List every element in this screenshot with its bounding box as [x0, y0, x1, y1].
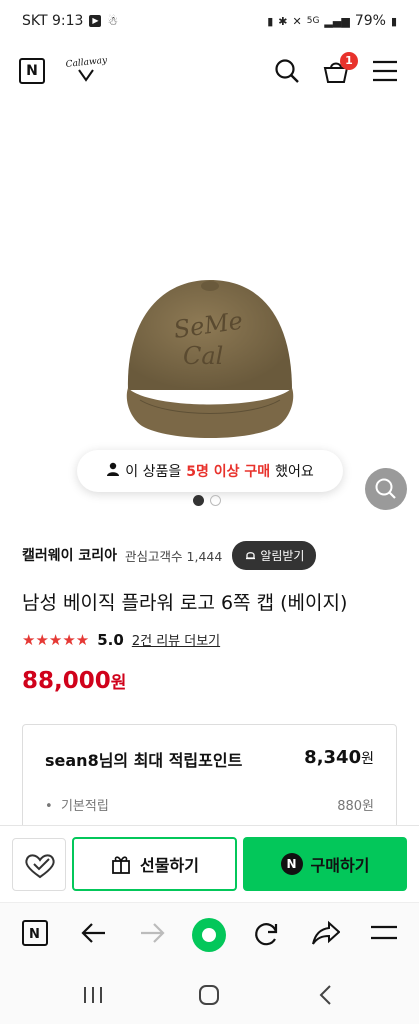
- alarm-button-label: 알림받기: [260, 548, 305, 563]
- app-notification-icon: ☃: [107, 14, 119, 28]
- status-bar: SKT 9:13 ▶ ☃ ▮ ✱ ✕ 5G ▂▄▆ 79% ▮: [0, 0, 419, 44]
- product-title: 남성 베이직 플라워 로고 6쪽 캡 (베이지): [22, 592, 348, 614]
- signal-icon: ▂▄▆: [324, 14, 350, 28]
- svg-text:Callaway: Callaway: [65, 56, 108, 70]
- recent-apps-icon[interactable]: [82, 984, 104, 1010]
- price-unit: 원: [110, 673, 127, 693]
- green-dot-icon: [192, 918, 226, 952]
- gift-icon: [112, 856, 130, 874]
- search-icon[interactable]: [274, 58, 300, 88]
- price-value: 88,000: [22, 668, 111, 694]
- star-rating-icon: ★★★★★: [22, 630, 90, 649]
- zoom-button[interactable]: [365, 468, 407, 510]
- points-sub-label: • 기본적립: [45, 799, 109, 814]
- naver-pay-icon: N: [280, 853, 303, 875]
- alarm-button[interactable]: 알림받기: [232, 540, 317, 570]
- forward-icon[interactable]: [138, 920, 166, 950]
- gift-button-label: 선물하기: [140, 856, 199, 875]
- home-icon[interactable]: [198, 984, 220, 1010]
- status-time: SKT 9:13: [22, 13, 84, 29]
- bluetooth-icon: ✱: [278, 14, 288, 28]
- image-pagination: [193, 495, 221, 506]
- menu-icon[interactable]: [372, 60, 398, 86]
- points-card: sean8님의 최대 적립포인트 8,340원 • 기본적립 880원: [22, 724, 397, 834]
- wishlist-button[interactable]: [12, 838, 66, 891]
- back-icon[interactable]: [80, 920, 108, 950]
- brand-logo[interactable]: Callaway: [64, 56, 110, 87]
- pagination-dot-active[interactable]: [193, 495, 204, 506]
- gift-button[interactable]: 선물하기: [72, 837, 237, 891]
- green-dot-button[interactable]: [191, 917, 227, 957]
- pagination-dot[interactable]: [210, 495, 221, 506]
- naver-logo[interactable]: N: [19, 58, 45, 84]
- purchase-action-bar: 선물하기 N 구매하기: [0, 825, 419, 901]
- naver-home-icon: N: [22, 920, 48, 946]
- banner-suffix: 했어요: [275, 464, 314, 480]
- cart-count-badge: 1: [340, 52, 358, 70]
- points-value: 8,340원: [304, 747, 374, 768]
- svg-text:Cal: Cal: [183, 342, 223, 370]
- share-icon[interactable]: [312, 920, 341, 950]
- banner-highlight: 5명 이상 구매: [186, 464, 271, 480]
- svg-text:N: N: [29, 927, 40, 942]
- battery-icon: ▮: [390, 14, 397, 28]
- heart-check-icon: [25, 854, 55, 879]
- browser-menu-icon[interactable]: [370, 922, 398, 948]
- review-link[interactable]: 2건 리뷰 더보기: [132, 630, 220, 649]
- bell-plus-icon: [246, 551, 256, 559]
- callaway-logo-icon: Callaway: [65, 56, 109, 82]
- system-back-icon[interactable]: [316, 984, 338, 1010]
- store-header: N Callaway 1: [0, 44, 419, 100]
- buy-button-label: 구매하기: [310, 856, 370, 875]
- play-icon: ▶: [89, 15, 102, 27]
- rating-row: ★★★★★ 5.0 2건 리뷰 더보기: [22, 630, 220, 650]
- rating-score: 5.0: [97, 630, 124, 649]
- mute-icon: ✕: [292, 14, 302, 28]
- android-nav-bar: [0, 968, 419, 1024]
- product-price: 88,000원: [22, 668, 126, 694]
- battery-level: 79%: [354, 13, 386, 29]
- points-sub-value: 880원: [337, 799, 374, 814]
- browser-toolbar: N: [0, 902, 419, 969]
- home-naver-button[interactable]: N: [22, 920, 48, 950]
- store-row: 캘러웨이 코리아 관심고객수 1,444 알림받기: [22, 540, 402, 570]
- cart-button[interactable]: 1: [322, 52, 358, 88]
- battery-saver-icon: ▮: [267, 14, 274, 28]
- refresh-icon[interactable]: [253, 920, 281, 952]
- banner-prefix: 이 상품을: [125, 464, 182, 480]
- store-name[interactable]: 캘러웨이 코리아: [22, 545, 117, 565]
- favorite-count: 관심고객수 1,444: [125, 548, 223, 564]
- lte-icon: 5G: [306, 16, 320, 26]
- buy-button[interactable]: N 구매하기: [243, 837, 407, 891]
- person-icon: [106, 462, 120, 480]
- purchase-count-banner: 이 상품을 5명 이상 구매 했어요: [77, 450, 343, 492]
- points-title: sean8님의 최대 적립포인트: [45, 751, 243, 770]
- zoom-icon: [375, 478, 396, 499]
